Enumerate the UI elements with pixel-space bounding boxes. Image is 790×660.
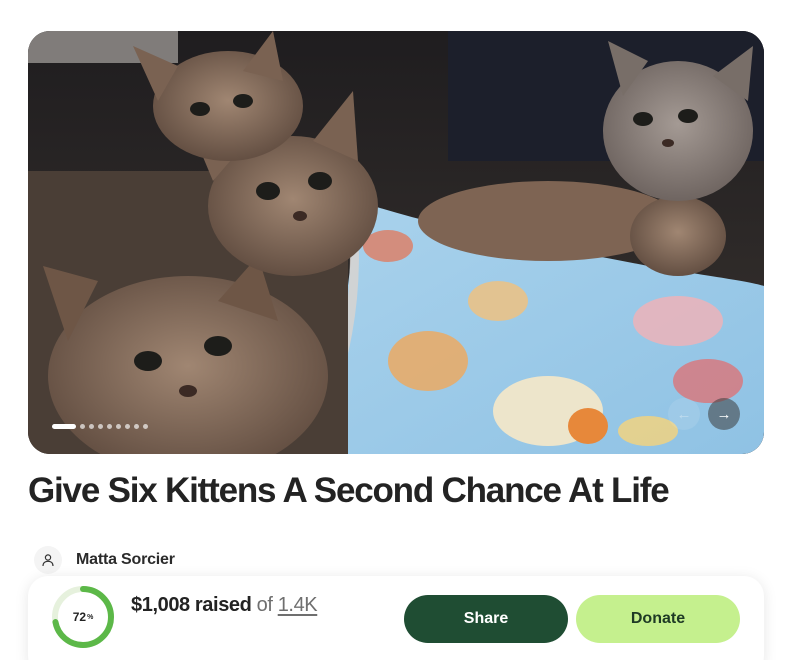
carousel-dot[interactable] [125,424,130,429]
raised-of: of [256,594,273,616]
donation-card: 72% $1,008 raised of 1.4K Share Donate [28,576,764,660]
carousel-dot[interactable] [89,424,94,429]
raised-summary: $1,008 raised of 1.4K [131,594,318,617]
carousel-dot[interactable] [134,424,139,429]
campaign-title: Give Six Kittens A Second Chance At Life [28,471,670,510]
carousel-next-button[interactable]: → [708,398,740,430]
progress-percent-value: 72 [72,610,87,624]
carousel-dot[interactable] [107,424,112,429]
raised-amount: $1,008 raised [131,594,252,616]
carousel-prev-button[interactable]: ← [668,398,700,430]
organizer[interactable]: Matta Sorcier [34,546,175,574]
carousel-dot[interactable] [143,424,148,429]
kittens-photo [28,31,764,454]
percent-sign: % [87,613,94,621]
avatar [34,546,62,574]
organizer-name[interactable]: Matta Sorcier [76,551,175,569]
carousel-indicator [52,424,148,429]
progress-percent: 72% [50,584,116,650]
carousel-dot[interactable] [116,424,121,429]
share-button[interactable]: Share [404,595,568,643]
carousel-dot[interactable] [52,424,76,429]
donate-button[interactable]: Donate [576,595,740,643]
carousel-dot[interactable] [80,424,85,429]
hero-carousel[interactable]: ← → [28,31,764,454]
carousel-dot[interactable] [98,424,103,429]
arrow-right-icon: → [716,405,732,423]
user-icon [42,554,54,567]
goal-amount[interactable]: 1.4K [278,594,318,616]
fundraiser-page: ← → Give Six Kittens A Second Chance At … [0,0,790,660]
arrow-left-icon: ← [676,405,692,423]
